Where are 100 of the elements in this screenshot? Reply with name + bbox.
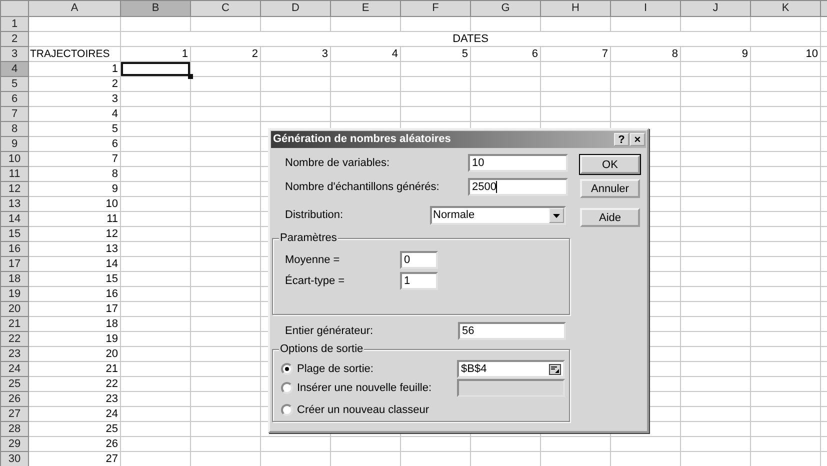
table-cell: 4 [28, 106, 120, 122]
column-header[interactable]: E [330, 0, 400, 16]
dialog-button[interactable]: OK [580, 155, 640, 174]
row-header[interactable]: 10 [0, 152, 28, 166]
field-label: Entier générateur: [284, 324, 374, 339]
table-cell: 3 [28, 92, 120, 106]
column-header[interactable]: G [470, 0, 540, 16]
option-label[interactable]: Créer un nouveau classeur [297, 402, 569, 418]
input-field[interactable]: 56 [458, 322, 566, 340]
row-header[interactable]: 13 [0, 196, 28, 212]
table-cell: 14 [28, 256, 120, 272]
distribution-dropdown[interactable]: Normale [430, 206, 566, 225]
table-cell: 1 [28, 62, 120, 76]
row-header[interactable]: 7 [0, 106, 28, 122]
table-cell: TRAJECTOIRES [28, 46, 120, 62]
row-header[interactable]: 28 [0, 422, 28, 436]
row-header[interactable]: 23 [0, 346, 28, 362]
column-header[interactable]: K [750, 0, 820, 16]
row-header[interactable]: 9 [0, 136, 28, 152]
table-cell: 22 [28, 376, 120, 392]
row-header[interactable]: 25 [0, 376, 28, 392]
column-header[interactable]: A [28, 0, 120, 16]
input-field[interactable]: 2500 [468, 178, 568, 196]
row-header[interactable]: 6 [0, 92, 28, 106]
row-header[interactable]: 22 [0, 332, 28, 346]
row-header[interactable]: 11 [0, 166, 28, 182]
table-cell: 16 [28, 286, 120, 302]
row-header[interactable]: 3 [0, 46, 28, 62]
table-cell: 6 [470, 46, 540, 62]
table-cell: 15 [28, 272, 120, 286]
table-cell: 4 [330, 46, 400, 62]
close-button[interactable]: × [630, 133, 645, 146]
column-header[interactable]: F [400, 0, 470, 16]
active-cell[interactable] [120, 62, 190, 76]
field-label: Écart-type = [284, 274, 346, 289]
column-header[interactable]: B [120, 0, 190, 16]
input-field[interactable]: 0 [400, 251, 438, 269]
table-cell: 11 [28, 212, 120, 226]
fill-handle[interactable] [188, 74, 193, 79]
row-header[interactable]: 14 [0, 212, 28, 226]
table-cell: 24 [28, 406, 120, 422]
row-header[interactable]: 21 [0, 316, 28, 332]
field-label: Distribution: [284, 208, 344, 224]
table-cell: 2 [28, 76, 120, 92]
row-header[interactable]: 16 [0, 242, 28, 256]
field-label: Nombre de variables: [284, 156, 391, 171]
row-header[interactable]: 8 [0, 122, 28, 136]
dialog-button[interactable]: Annuler [580, 179, 640, 198]
row-header[interactable]: 12 [0, 182, 28, 196]
column-header[interactable]: I [610, 0, 680, 16]
option-label[interactable]: Plage de sortie: [297, 360, 457, 378]
table-cell: 1 [120, 46, 190, 62]
table-cell: 10 [28, 196, 120, 212]
field-label: Nombre d'échantillons générés: [284, 180, 440, 195]
table-cell: 7 [28, 152, 120, 166]
help-button[interactable]: ? [614, 133, 629, 146]
row-header[interactable]: 27 [0, 406, 28, 422]
window-title: Génération de nombres aléatoires [273, 132, 452, 148]
row-header[interactable]: 2 [0, 32, 28, 46]
row-header[interactable]: 5 [0, 76, 28, 92]
row-header[interactable]: 29 [0, 436, 28, 452]
column-header[interactable]: D [260, 0, 330, 16]
input-field[interactable]: 10 [468, 154, 568, 172]
table-cell: 5 [400, 46, 470, 62]
table-cell: 18 [28, 316, 120, 332]
table-cell: 12 [28, 226, 120, 242]
row-header[interactable]: 30 [0, 452, 28, 466]
table-cell: 23 [28, 392, 120, 406]
table-cell: 20 [28, 346, 120, 362]
range-picker-icon[interactable] [549, 364, 561, 374]
row-header[interactable]: 19 [0, 286, 28, 302]
column-header[interactable]: H [540, 0, 610, 16]
input-field[interactable]: 1 [400, 272, 438, 290]
row-header[interactable]: 15 [0, 226, 28, 242]
table-cell: 17 [28, 302, 120, 316]
radio-button[interactable] [281, 363, 293, 375]
column-header[interactable]: J [680, 0, 750, 16]
table-cell: 10 [750, 46, 820, 62]
table-cell: 3 [260, 46, 330, 62]
group-title: Options de sortie [279, 342, 364, 356]
table-cell: 26 [28, 436, 120, 452]
table-cell: 21 [28, 362, 120, 376]
row-header[interactable]: 4 [0, 62, 28, 76]
table-cell: 6 [28, 136, 120, 152]
table-cell: 8 [28, 166, 120, 182]
table-cell: 19 [28, 332, 120, 346]
row-header[interactable]: 18 [0, 272, 28, 286]
row-header[interactable]: 26 [0, 392, 28, 406]
row-header[interactable]: 1 [0, 16, 28, 32]
radio-button[interactable] [281, 404, 293, 416]
table-cell: 7 [540, 46, 610, 62]
input-field[interactable]: $B$4 [457, 360, 565, 378]
dialog-button[interactable]: Aide [580, 208, 640, 227]
row-header[interactable]: 20 [0, 302, 28, 316]
table-cell: 8 [610, 46, 680, 62]
table-cell: 9 [680, 46, 750, 62]
row-header[interactable]: 24 [0, 362, 28, 376]
field-label: Moyenne = [284, 252, 341, 268]
row-header[interactable]: 17 [0, 256, 28, 272]
column-header[interactable]: C [190, 0, 260, 16]
